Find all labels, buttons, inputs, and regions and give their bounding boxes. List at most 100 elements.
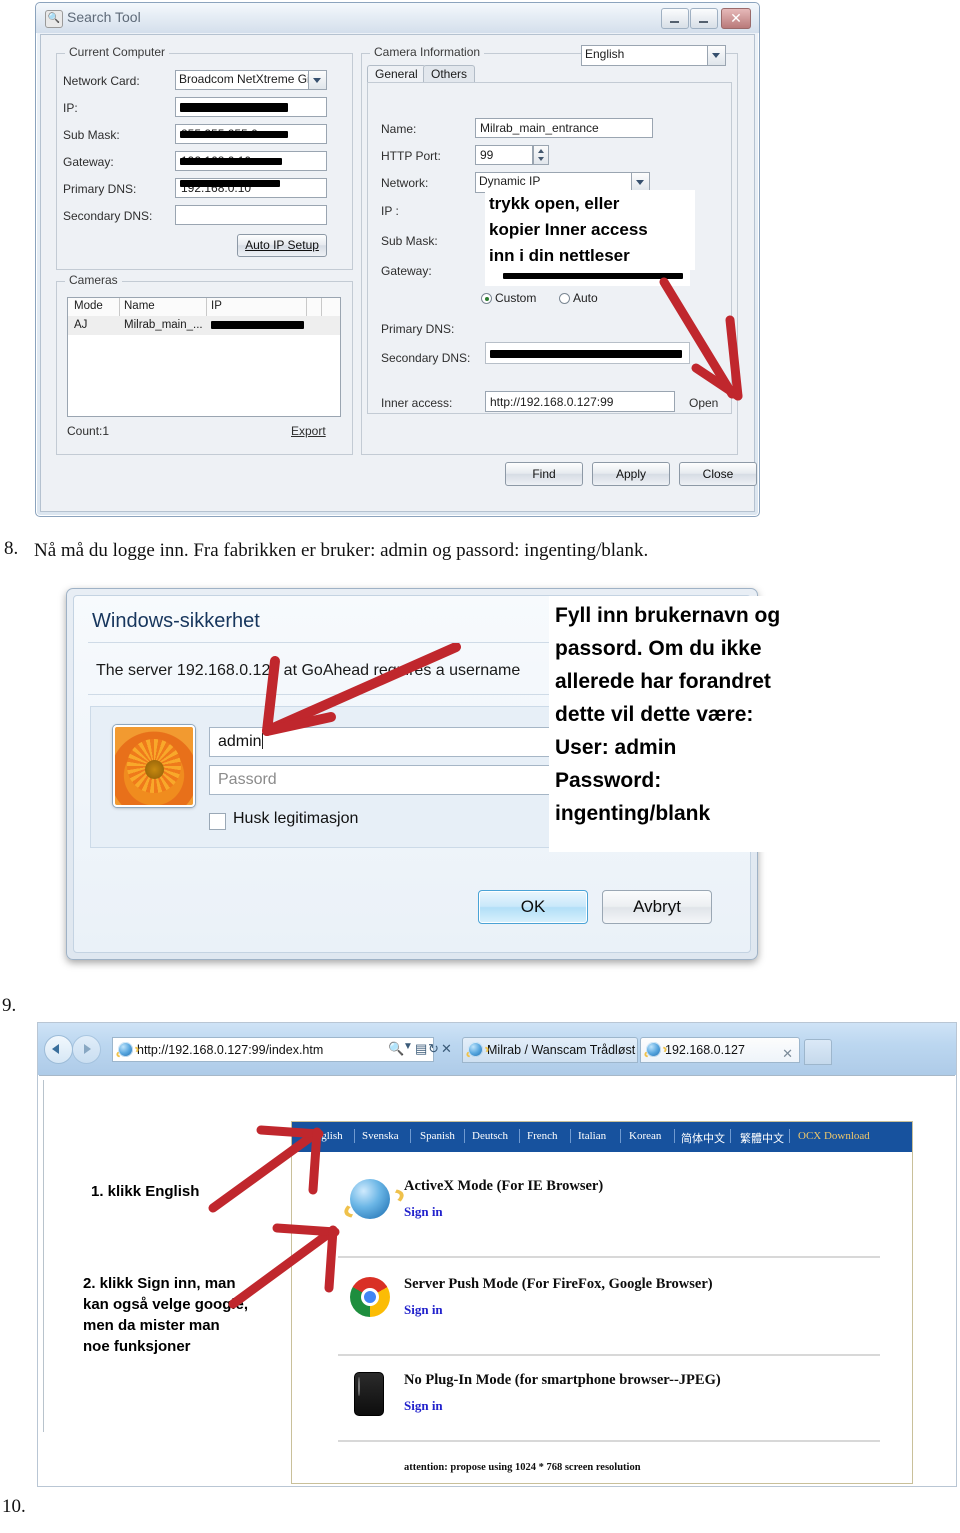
- redaction-bar: [180, 131, 288, 138]
- step-8-text: Nå må du logge inn. Fra fabrikken er bru…: [34, 540, 649, 561]
- ip-input[interactable]: [175, 97, 327, 117]
- apply-button[interactable]: Apply: [592, 462, 670, 486]
- spinner-up-icon[interactable]: [538, 149, 544, 153]
- language-combo[interactable]: English: [581, 45, 726, 66]
- close-window-button[interactable]: ✕: [721, 8, 751, 29]
- gateway-input[interactable]: 192.168.0.10: [175, 151, 327, 171]
- http-port-spinner[interactable]: [533, 145, 549, 165]
- cam-gateway-label: Gateway:: [381, 264, 432, 278]
- checkbox-icon[interactable]: [209, 813, 226, 830]
- compat-view-icon[interactable]: ▤: [415, 1041, 427, 1057]
- username-value: admin: [218, 733, 262, 750]
- mode-activex-signin[interactable]: Sign in: [404, 1204, 443, 1220]
- mode-serverpush: Server Push Mode (For FireFox, Google Br…: [292, 1276, 912, 1332]
- table-row[interactable]: AJ Milrab_main_...: [68, 316, 340, 335]
- stop-icon[interactable]: ✕: [441, 1041, 452, 1057]
- gateway-label: Gateway:: [63, 155, 114, 169]
- forward-button[interactable]: [72, 1035, 101, 1064]
- tab-general[interactable]: General: [367, 65, 426, 83]
- mode-noplugin-signin[interactable]: Sign in: [404, 1398, 443, 1414]
- search-tool-window-title: Search Tool: [67, 9, 141, 25]
- find-button[interactable]: Find: [505, 462, 583, 486]
- sub-mask-input[interactable]: 255.255.255.0: [175, 124, 327, 144]
- network-card-combo[interactable]: Broadcom NetXtreme Gig: [175, 70, 327, 90]
- primary-dns-input[interactable]: 192.168.0.10: [175, 178, 327, 198]
- ok-button[interactable]: OK: [478, 890, 588, 924]
- cameras-list-header: Mode Name IP: [68, 298, 340, 317]
- lang-french[interactable]: French: [527, 1130, 558, 1142]
- cam-gateway-input[interactable]: [485, 270, 690, 286]
- cam-network-value: Dynamic IP: [479, 174, 541, 188]
- divider: [338, 1256, 880, 1258]
- lang-svenska[interactable]: Svenska: [362, 1130, 399, 1142]
- tab-others[interactable]: Others: [423, 65, 476, 83]
- lang-english[interactable]: English: [309, 1130, 343, 1142]
- camera-info-tabs: General Others: [367, 65, 517, 83]
- step-8-caption: 8. Nå må du logge inn. Fra fabrikken er …: [0, 536, 960, 580]
- camera-information-legend: Camera Information: [370, 45, 485, 59]
- password-placeholder: Passord: [218, 771, 277, 788]
- inner-access-input[interactable]: http://192.168.0.127:99: [485, 391, 675, 412]
- mode-serverpush-signin[interactable]: Sign in: [404, 1302, 443, 1318]
- http-port-value: 99: [480, 148, 494, 162]
- redaction-bar: [180, 180, 280, 187]
- network-card-value: Broadcom NetXtreme Gig: [179, 72, 317, 86]
- annotation-line-7: ingenting/blank: [555, 802, 711, 825]
- browser-tab-2-label: 192.168.0.127: [665, 1043, 745, 1057]
- attention-note: attention: propose using 1024 * 768 scre…: [404, 1462, 641, 1473]
- lang-spanish[interactable]: Spanish: [420, 1130, 455, 1142]
- lang-italian[interactable]: Italian: [578, 1130, 606, 1142]
- ocx-download-link[interactable]: OCX Download: [798, 1130, 870, 1142]
- cam-network-label: Network:: [381, 176, 429, 190]
- new-tab-button[interactable]: [804, 1039, 832, 1065]
- minimize-button[interactable]: [661, 8, 689, 29]
- search-tool-window: 🔍 Search Tool ✕ Current Computer Network…: [35, 2, 760, 517]
- browser-tab-1[interactable]: Milrab / Wanscam Trådløst ov...: [462, 1037, 638, 1063]
- back-button[interactable]: [44, 1035, 73, 1064]
- chevron-down-icon[interactable]: [308, 71, 326, 89]
- lang-korean[interactable]: Korean: [629, 1130, 661, 1142]
- annotation-line-3: inn i din nettleser: [489, 246, 630, 265]
- step-9-number: 9.: [2, 995, 17, 1016]
- camera-web-ui: English Svenska Spanish Deutsch French I…: [291, 1121, 913, 1484]
- search-tool-app-icon: 🔍: [45, 10, 63, 28]
- export-button[interactable]: Export: [291, 424, 326, 438]
- cancel-button[interactable]: Avbryt: [602, 890, 712, 924]
- maximize-button[interactable]: [690, 8, 718, 29]
- smartphone-icon: [354, 1372, 384, 1416]
- remember-credentials-label: Husk legitimasjon: [233, 810, 359, 827]
- open-link[interactable]: Open: [689, 396, 718, 410]
- lang-simplified-chinese[interactable]: 简体中文: [681, 1130, 725, 1146]
- mode-activex-title: ActiveX Mode (For IE Browser): [404, 1178, 604, 1194]
- address-bar[interactable]: http://192.168.0.127:99/index.htm: [112, 1037, 434, 1062]
- annotation-line-2b: kan også velge google,: [83, 1296, 249, 1313]
- browser-screenshot: http://192.168.0.127:99/index.htm 🔍 ▼ ▤ …: [37, 1022, 957, 1487]
- http-port-input[interactable]: 99: [475, 145, 533, 165]
- cam-name-input[interactable]: Milrab_main_entrance: [475, 118, 653, 138]
- search-icon[interactable]: 🔍: [388, 1041, 404, 1057]
- auto-ip-setup-button[interactable]: Auto IP Setup: [237, 234, 327, 257]
- close-button[interactable]: Close: [679, 462, 757, 486]
- close-tab-icon[interactable]: ✕: [782, 1042, 793, 1062]
- lang-traditional-chinese[interactable]: 繁體中文: [740, 1130, 784, 1146]
- mode-activex: ActiveX Mode (For IE Browser) Sign in: [292, 1178, 912, 1234]
- chevron-down-icon[interactable]: ▼: [403, 1041, 413, 1052]
- annotation-line-3: allerede har forandret: [555, 670, 771, 693]
- find-label: Find: [532, 467, 556, 481]
- lang-deutsch[interactable]: Deutsch: [472, 1130, 508, 1142]
- chevron-down-icon[interactable]: [707, 46, 725, 65]
- avatar: [113, 725, 195, 807]
- radio-dot-icon: [481, 293, 492, 304]
- search-tool-titlebar[interactable]: 🔍 Search Tool ✕: [36, 3, 759, 33]
- cam-secondary-dns-input[interactable]: [485, 342, 690, 364]
- annotation-klikk-signin: 2. klikk Sign inn, man kan også velge go…: [83, 1273, 283, 1365]
- refresh-icon[interactable]: ↻: [428, 1041, 439, 1057]
- spinner-down-icon[interactable]: [538, 157, 544, 161]
- mode-noplugin: No Plug-In Mode (for smartphone browser-…: [292, 1372, 912, 1428]
- browser-tab-1-label: Milrab / Wanscam Trådløst ov...: [487, 1043, 637, 1057]
- column-ip: IP: [211, 300, 222, 312]
- browser-tab-2[interactable]: 192.168.0.127 ✕: [640, 1037, 800, 1063]
- cameras-list[interactable]: Mode Name IP AJ Milrab_main_...: [67, 297, 341, 417]
- network-card-label: Network Card:: [63, 74, 140, 88]
- secondary-dns-input[interactable]: [175, 205, 327, 225]
